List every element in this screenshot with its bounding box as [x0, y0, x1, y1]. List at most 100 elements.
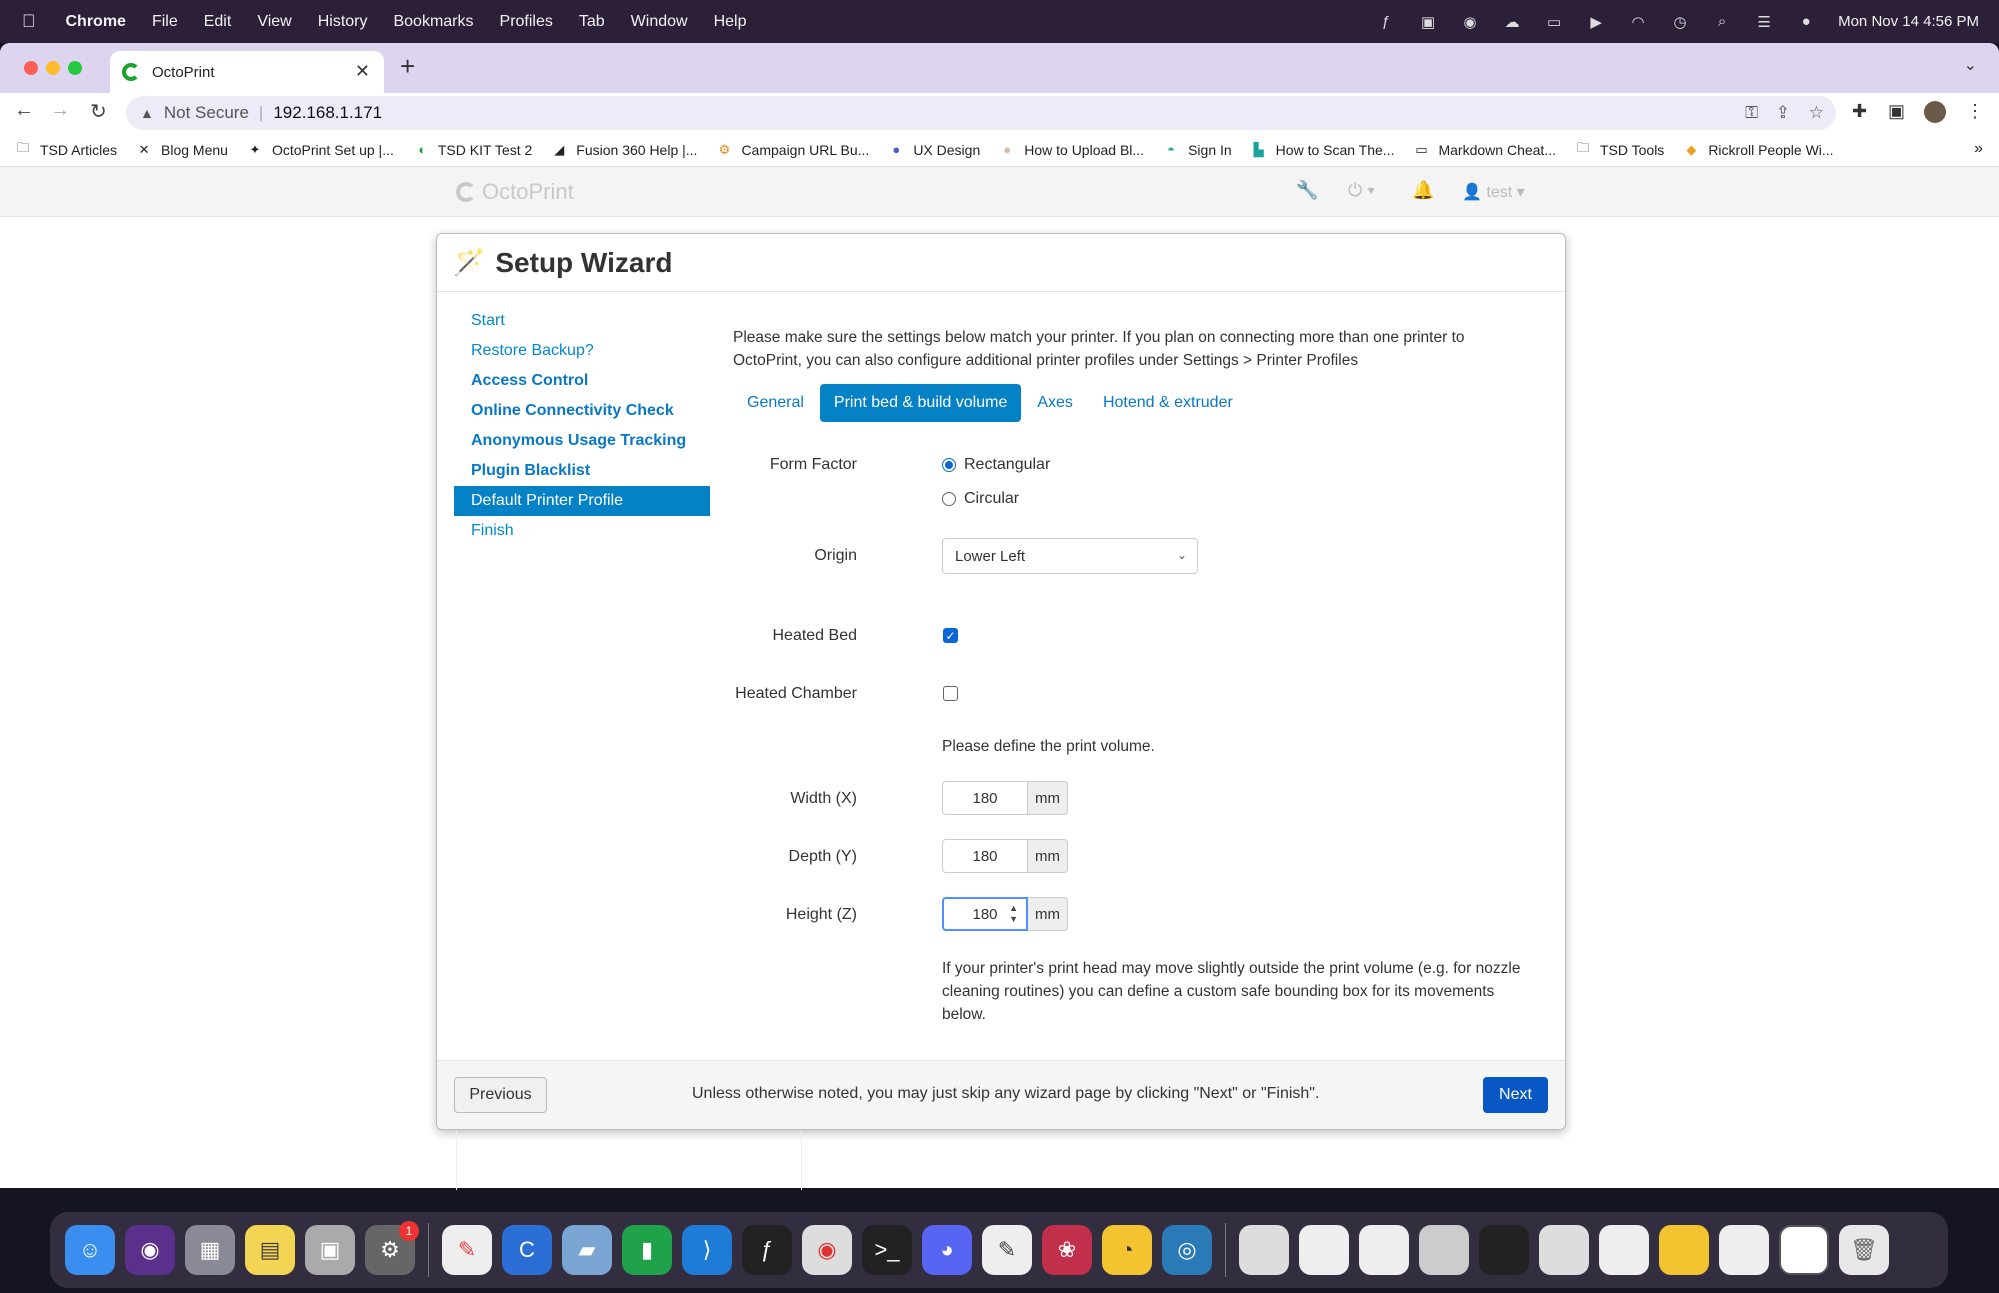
radio-button-selected[interactable]	[942, 458, 956, 472]
minimized-window-icon[interactable]	[1479, 1225, 1529, 1275]
tab-search-chevron-icon[interactable]: ⌄	[1964, 55, 1977, 75]
photos-icon[interactable]: ▰	[562, 1225, 612, 1275]
minimized-window-icon[interactable]	[1539, 1225, 1589, 1275]
siri-icon[interactable]: ◉	[125, 1225, 175, 1275]
finder-icon[interactable]: ☺	[65, 1225, 115, 1275]
power-icon[interactable]: ⏻ ▾	[1348, 180, 1375, 201]
extensions-icon[interactable]: ✚	[1852, 101, 1867, 122]
browser-tab[interactable]: OctoPrint ✕	[110, 51, 384, 93]
bookmark-item[interactable]: ✦ OctoPrint Set up |...	[246, 142, 394, 158]
minimized-window-icon[interactable]	[1659, 1225, 1709, 1275]
quicktime-icon[interactable]: ◎	[1162, 1225, 1212, 1275]
cyberduck-icon[interactable]: ◔	[1102, 1225, 1152, 1275]
preview-icon[interactable]: ▣	[305, 1225, 355, 1275]
bookmark-item[interactable]: ◆ Rickroll People Wi...	[1682, 142, 1833, 158]
back-icon[interactable]: ←	[14, 99, 34, 122]
tab-hotend-extruder[interactable]: Hotend & extruder	[1089, 384, 1247, 422]
heated-chamber-checkbox[interactable]	[943, 686, 958, 701]
play-icon[interactable]: ▶	[1586, 12, 1606, 32]
previous-button[interactable]: Previous	[454, 1077, 547, 1113]
user-menu[interactable]: 👤 test ▾	[1462, 182, 1525, 202]
menu-bookmarks[interactable]: Bookmarks	[393, 13, 473, 31]
octoprint-brand[interactable]: OctoPrint	[456, 179, 574, 205]
time-machine-icon[interactable]: ◷	[1670, 12, 1690, 32]
step-online-connectivity-check[interactable]: Online Connectivity Check	[454, 396, 710, 426]
maximize-window-button[interactable]	[68, 61, 82, 75]
system-settings-icon[interactable]: ⚙ 1	[365, 1221, 419, 1275]
minimize-window-button[interactable]	[46, 61, 60, 75]
radio-circular[interactable]: Circular	[942, 490, 1019, 508]
slicer-icon[interactable]: ✎	[442, 1225, 492, 1275]
step-restore-backup[interactable]: Restore Backup?	[454, 336, 710, 366]
menu-view[interactable]: View	[257, 13, 291, 31]
vscode-icon[interactable]: ⟩	[682, 1225, 732, 1275]
minimized-window-icon[interactable]	[1599, 1225, 1649, 1275]
minimized-window-icon[interactable]	[1719, 1225, 1769, 1275]
minimized-window-icon[interactable]	[1419, 1225, 1469, 1275]
terminal-icon[interactable]: >_	[862, 1225, 912, 1275]
spotlight-search-icon[interactable]: ⌕	[1712, 12, 1732, 32]
bookmark-item[interactable]: ◖ TSD KIT Test 2	[412, 142, 532, 158]
discord-icon[interactable]: ◕	[922, 1225, 972, 1275]
height-input[interactable]: 180 ▲ ▼	[942, 897, 1028, 931]
tab-axes[interactable]: Axes	[1023, 384, 1087, 422]
share-icon[interactable]: ⇪	[1776, 103, 1790, 123]
key-icon[interactable]: ⚿	[1745, 103, 1758, 123]
menubar-clock[interactable]: Mon Nov 14 4:56 PM	[1838, 13, 1979, 30]
bookmark-item[interactable]: ⚙ Campaign URL Bu...	[715, 142, 870, 158]
notes-icon[interactable]: ▤	[245, 1225, 295, 1275]
bookmark-item[interactable]: ✕ Blog Menu	[135, 142, 228, 158]
width-input[interactable]: 180	[942, 781, 1028, 815]
heated-bed-checkbox[interactable]: ✓	[943, 628, 958, 643]
bookmark-star-icon[interactable]: ☆	[1809, 103, 1824, 123]
bell-icon[interactable]: 🔔	[1412, 180, 1434, 201]
wifi-icon[interactable]: ◠	[1628, 12, 1648, 32]
minimized-window-icon[interactable]	[1239, 1225, 1289, 1275]
control-center-icon[interactable]: ☰	[1754, 12, 1774, 32]
bookmark-item[interactable]: ● UX Design	[887, 142, 980, 158]
cloud-status-icon[interactable]: ☁	[1502, 12, 1522, 32]
url-text[interactable]: 192.168.1.171	[273, 103, 382, 123]
numbers-icon[interactable]: ▮	[622, 1225, 672, 1275]
step-finish[interactable]: Finish	[454, 516, 710, 546]
tab-general[interactable]: General	[733, 384, 818, 422]
warning-icon[interactable]: ▲	[140, 105, 154, 121]
trash-icon[interactable]: 🗑	[1839, 1225, 1889, 1275]
step-start[interactable]: Start	[454, 306, 710, 336]
bookmark-item[interactable]: 🗀 TSD Tools	[1574, 140, 1664, 158]
menu-profiles[interactable]: Profiles	[500, 13, 553, 31]
tab-print-bed-build-volume[interactable]: Print bed & build volume	[819, 384, 1022, 422]
battery-icon[interactable]: ▭	[1544, 12, 1564, 32]
minimized-window-icon[interactable]	[1359, 1225, 1409, 1275]
menu-tab[interactable]: Tab	[579, 13, 605, 31]
launchpad-icon[interactable]: ▦	[185, 1225, 235, 1275]
menu-edit[interactable]: Edit	[204, 13, 232, 31]
bookmark-item[interactable]: ▭ Markdown Cheat...	[1412, 142, 1556, 158]
apple-menu-icon[interactable]: 	[22, 11, 36, 32]
chrome-menu-icon[interactable]: ⋮	[1966, 101, 1984, 122]
radio-rectangular[interactable]: Rectangular	[942, 456, 1050, 474]
reload-icon[interactable]: ↻	[90, 99, 107, 124]
step-access-control[interactable]: Access Control	[454, 366, 710, 396]
more-bookmarks-icon[interactable]: »	[1974, 140, 1983, 158]
step-anonymous-usage-tracking[interactable]: Anonymous Usage Tracking	[454, 426, 710, 456]
new-tab-button[interactable]: +	[400, 51, 415, 82]
bookmark-item[interactable]: 🗀 TSD Articles	[14, 140, 117, 158]
close-window-button[interactable]	[24, 61, 38, 75]
next-button[interactable]: Next	[1483, 1077, 1548, 1113]
bookmark-item[interactable]: ◢ Fusion 360 Help |...	[550, 142, 697, 158]
minimized-window-icon[interactable]	[1299, 1225, 1349, 1275]
profile-avatar[interactable]	[1924, 101, 1946, 123]
bookmark-item[interactable]: ▙ How to Scan The...	[1250, 142, 1395, 158]
wrench-icon[interactable]: 🔧	[1296, 180, 1318, 201]
origin-select[interactable]: Lower Left ⌄	[942, 538, 1198, 574]
raspberry-pi-icon[interactable]: ❀	[1042, 1225, 1092, 1275]
menu-app-name[interactable]: Chrome	[66, 13, 126, 31]
sidebar-icon[interactable]: ▣	[1888, 101, 1905, 122]
menu-file[interactable]: File	[152, 13, 178, 31]
siri-icon[interactable]: ●	[1796, 12, 1816, 32]
textedit-icon[interactable]: ✎	[982, 1225, 1032, 1275]
menu-history[interactable]: History	[318, 13, 368, 31]
close-tab-icon[interactable]: ✕	[355, 61, 370, 82]
minimized-window-icon[interactable]	[1779, 1225, 1829, 1275]
